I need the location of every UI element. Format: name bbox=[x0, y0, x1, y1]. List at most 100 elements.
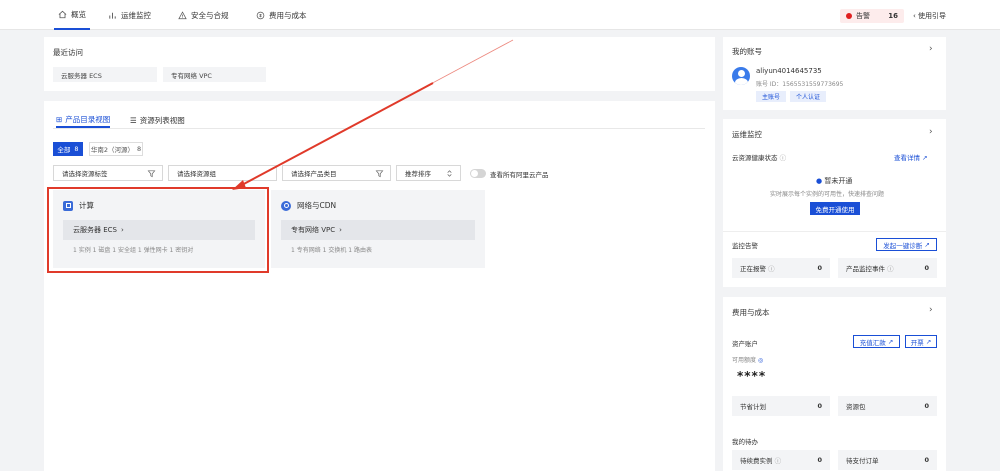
tab-label: 安全与合规 bbox=[191, 10, 229, 20]
eye-icon[interactable]: ◎ bbox=[758, 357, 763, 364]
show-all-products-toggle[interactable] bbox=[470, 169, 486, 178]
select-placeholder: 请选择产品类目 bbox=[291, 170, 337, 178]
metric-value: 0 bbox=[924, 402, 929, 410]
cost-title: 费用与成本 bbox=[732, 308, 770, 317]
external-link-icon: ↗ bbox=[924, 240, 930, 249]
account-id: 账号 ID：1565531559773695 bbox=[756, 81, 844, 88]
product-category-select[interactable]: 请选择产品类目 bbox=[282, 165, 391, 181]
tab-label: 运维监控 bbox=[121, 10, 151, 20]
credit-label-text: 可用额度 bbox=[732, 357, 757, 364]
external-link-icon: ↗ bbox=[925, 337, 932, 346]
select-placeholder: 请选择资源组 bbox=[177, 170, 216, 178]
ops-title: 运维监控 bbox=[732, 130, 762, 139]
tab-ops-monitor[interactable]: 运维监控 bbox=[108, 0, 151, 30]
resource-tag-select[interactable]: 请选择资源标签 bbox=[53, 165, 163, 181]
credit-label: 可用额度 ◎ bbox=[732, 355, 763, 364]
chevron-right-icon[interactable]: › bbox=[929, 305, 933, 315]
filter-region-button[interactable]: 华南2（河源） 8 bbox=[89, 142, 143, 156]
chevron-right-icon[interactable]: › bbox=[929, 127, 933, 137]
metric-product-events[interactable]: 产品监控事件 ⓘ 0 bbox=[838, 258, 937, 278]
account-username: aliyun4014645735 bbox=[756, 67, 822, 75]
todo-pending-orders[interactable]: 待支付订单 0 bbox=[838, 450, 937, 470]
metric-alarming[interactable]: 正在报警 ⓘ 0 bbox=[732, 258, 830, 278]
filter-all-button[interactable]: 全部 8 bbox=[53, 142, 83, 156]
alert-label: 告警 bbox=[856, 12, 870, 20]
help-icon: ⓘ bbox=[768, 265, 775, 273]
button-text: 充值汇款 bbox=[859, 338, 886, 347]
filter-all-label: 全部 bbox=[57, 146, 71, 154]
metric-value: 0 bbox=[924, 456, 929, 464]
button-text: 开票 bbox=[910, 338, 924, 347]
help-icon: ⓘ bbox=[887, 265, 894, 273]
ops-hint: 实时展示每个实例的可用性，快速排查问题 bbox=[770, 191, 885, 198]
toggle-label: 查看所有阿里云产品 bbox=[490, 171, 549, 179]
warning-icon bbox=[178, 10, 187, 19]
tab-label: 费用与成本 bbox=[269, 10, 307, 20]
metric-label: 待续费实例 bbox=[740, 457, 773, 465]
external-link-icon: ↗ bbox=[887, 337, 894, 346]
sort-select[interactable]: 推荐排序 bbox=[396, 165, 461, 181]
enable-free-button[interactable]: 免费开通使用 bbox=[810, 202, 860, 215]
metric-value: 0 bbox=[817, 264, 822, 272]
button-text: 发起一键诊断 bbox=[883, 241, 923, 250]
chevron-right-icon[interactable]: › bbox=[929, 44, 933, 54]
resource-group-select[interactable]: 请选择资源组 bbox=[168, 165, 277, 181]
account-title: 我的账号 bbox=[732, 47, 762, 56]
metric-label: 待支付订单 bbox=[846, 457, 879, 465]
external-link-icon: ↗ bbox=[922, 154, 928, 162]
health-label-text: 云资源健康状态 bbox=[732, 154, 778, 162]
metric-value: 0 bbox=[817, 456, 822, 464]
product-card-network[interactable]: 网络与CDN 专有网络 VPC › 1 专有网络 1 交换机 1 路由表 bbox=[271, 190, 485, 268]
not-enabled-text: 暂未开通 bbox=[824, 177, 853, 185]
view-tab-label: 产品目录视图 bbox=[65, 114, 111, 124]
select-placeholder: 推荐排序 bbox=[405, 170, 431, 178]
health-label: 云资源健康状态 ⓘ bbox=[732, 152, 786, 162]
metric-label: 正在报警 bbox=[740, 265, 766, 273]
help-icon: ⓘ bbox=[774, 457, 782, 465]
recent-item-vpc[interactable]: 专有网络 VPC bbox=[163, 67, 266, 82]
not-enabled-status: ● 暂未开通 bbox=[816, 176, 852, 186]
select-placeholder: 请选择资源标签 bbox=[62, 170, 108, 178]
alert-badge[interactable]: 告警 16 bbox=[840, 9, 904, 23]
top-nav: 概览 运维监控 安全与合规 费用与成本 告警 16 ‹ 使用引导 bbox=[0, 0, 1000, 30]
tab-product-catalog[interactable]: ⊞ 产品目录视图 bbox=[56, 112, 111, 128]
avatar bbox=[732, 67, 750, 85]
health-details-link[interactable]: 查看详情 ↗ bbox=[894, 152, 928, 162]
recent-item-ecs[interactable]: 云服务器 ECS bbox=[53, 67, 157, 82]
product-stats: 1 专有网络 1 交换机 1 路由表 bbox=[291, 247, 372, 254]
credit-value: **** bbox=[737, 369, 767, 383]
tab-security[interactable]: 安全与合规 bbox=[178, 0, 229, 30]
coin-icon bbox=[256, 11, 265, 19]
bar-chart-icon bbox=[109, 12, 116, 19]
product-category: 网络与CDN bbox=[297, 201, 337, 210]
metric-label: 产品监控事件 bbox=[846, 265, 885, 273]
todo-title: 我的待办 bbox=[732, 438, 758, 446]
main-account-badge: 主账号 bbox=[756, 91, 786, 102]
todo-renew-instances[interactable]: 待续费实例 ⓘ 0 bbox=[732, 450, 830, 470]
home-icon bbox=[58, 10, 67, 18]
recharge-button[interactable]: 充值汇款 ↗ bbox=[853, 335, 900, 348]
highlight-box bbox=[47, 187, 269, 273]
invoice-button[interactable]: 开票 ↗ bbox=[905, 335, 937, 348]
filter-icon bbox=[147, 170, 156, 178]
recent-title: 最近访问 bbox=[53, 48, 83, 57]
diagnose-button[interactable]: 发起一键诊断 ↗ bbox=[876, 238, 937, 251]
usage-guide-link[interactable]: ‹ 使用引导 bbox=[913, 11, 946, 21]
metric-resource-package[interactable]: 资源包 0 bbox=[838, 396, 937, 416]
alarm-label: 监控告警 bbox=[732, 242, 758, 250]
link-text: 查看详情 bbox=[894, 154, 920, 162]
alert-count: 16 bbox=[888, 12, 898, 20]
metric-savings-plan[interactable]: 节省计划 0 bbox=[732, 396, 830, 416]
globe-icon bbox=[281, 200, 291, 211]
metric-value: 0 bbox=[817, 402, 822, 410]
recent-visits-card bbox=[44, 37, 715, 91]
grid-icon: ⊞ bbox=[56, 114, 63, 124]
product-link-vpc[interactable]: 专有网络 VPC › bbox=[281, 220, 475, 240]
divider bbox=[723, 231, 946, 232]
asset-account-label: 资产账户 bbox=[732, 340, 758, 348]
tab-overview[interactable]: 概览 bbox=[54, 0, 90, 30]
tab-divider bbox=[53, 128, 705, 129]
tab-cost[interactable]: 费用与成本 bbox=[256, 0, 307, 30]
tab-resource-list[interactable]: ☰ 资源列表视图 bbox=[130, 112, 185, 128]
filter-icon bbox=[375, 170, 384, 178]
